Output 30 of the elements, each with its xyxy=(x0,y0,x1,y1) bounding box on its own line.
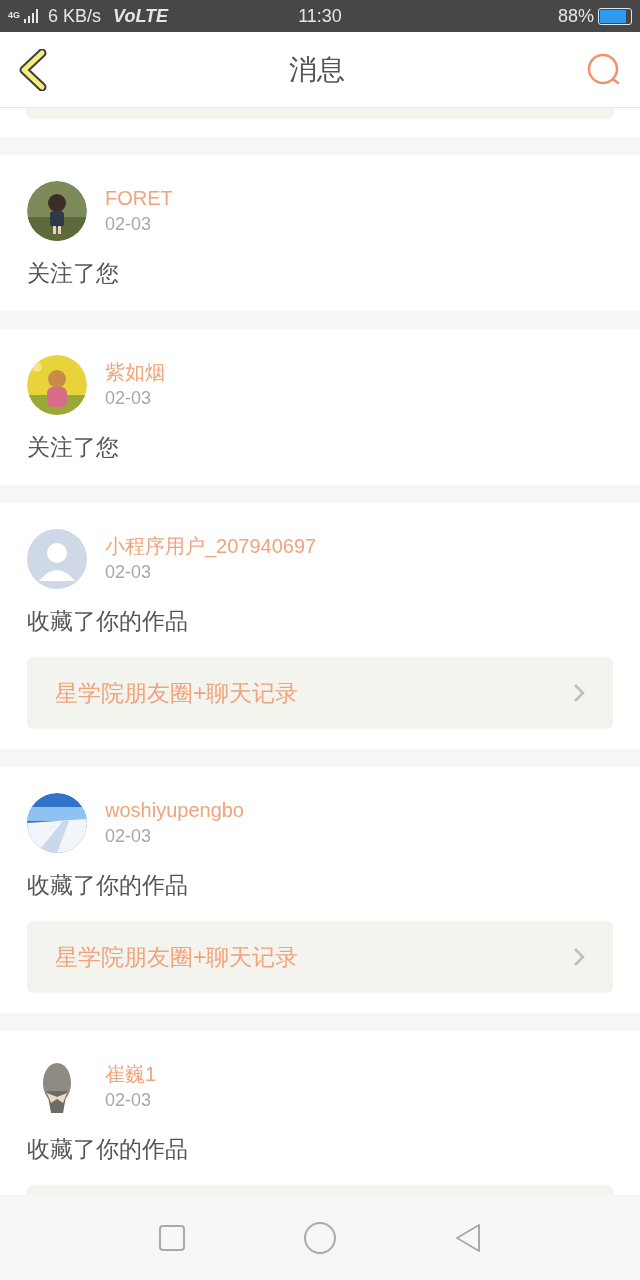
signal-icon xyxy=(24,9,40,23)
message-text: 关注了您 xyxy=(27,433,120,462)
message-date: 02-03 xyxy=(105,387,153,410)
message-text: 关注了您 xyxy=(27,259,120,288)
user-name[interactable]: FORET xyxy=(105,185,173,211)
default-avatar-icon xyxy=(27,529,87,589)
message-text: 收藏了你的作品 xyxy=(27,871,189,900)
battery-percent: 88% xyxy=(557,4,594,28)
work-link-card[interactable]: 星学院朋友圈+聊天记录 xyxy=(27,921,613,993)
user-name[interactable]: 小程序用户_207940697 xyxy=(105,533,317,559)
battery-icon xyxy=(598,7,632,25)
user-name[interactable]: 紫如烟 xyxy=(105,359,165,385)
message-date: 02-03 xyxy=(105,561,153,584)
message-date: 02-03 xyxy=(105,1089,153,1112)
network-label: 4G xyxy=(8,9,20,23)
chevron-right-icon xyxy=(573,683,585,703)
data-speed: 6 KB/s xyxy=(48,4,102,28)
message-date: 02-03 xyxy=(105,213,153,236)
chevron-right-icon xyxy=(573,947,585,967)
user-name[interactable]: woshiyupengbo xyxy=(105,797,244,823)
page-title: 消息 xyxy=(289,52,345,87)
recent-apps-icon[interactable] xyxy=(158,1223,187,1252)
message-text: 收藏了你的作品 xyxy=(27,607,189,636)
volte-label: VoLTE xyxy=(113,4,169,28)
work-link-card[interactable]: 星学院朋友圈+聊天记录 xyxy=(27,657,613,729)
message-text: 收藏了你的作品 xyxy=(27,1135,189,1164)
user-name[interactable]: 崔巍1 xyxy=(105,1061,157,1087)
home-icon[interactable] xyxy=(303,1220,337,1255)
message-date: 02-03 xyxy=(105,825,153,848)
back-icon[interactable] xyxy=(453,1222,482,1253)
